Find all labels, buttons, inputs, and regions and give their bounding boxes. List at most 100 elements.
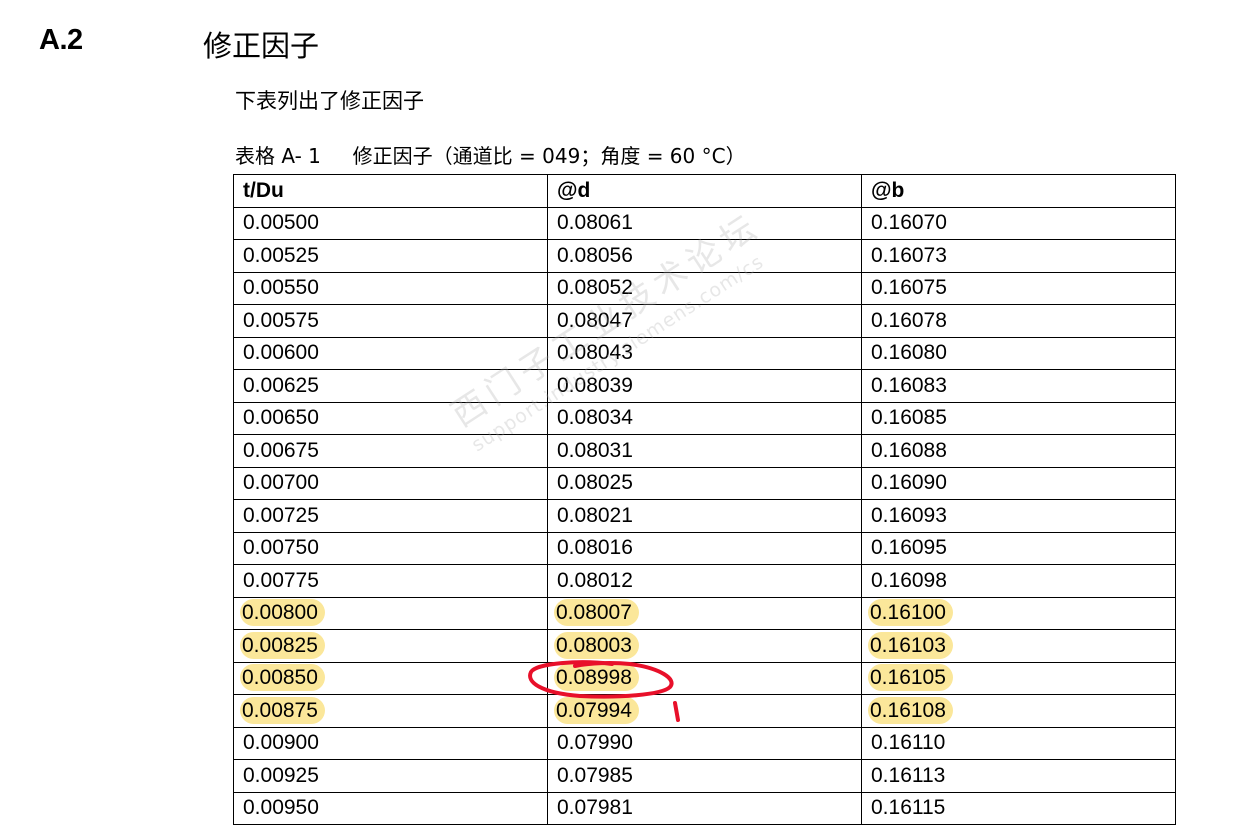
cell-value: 0.00925 xyxy=(243,763,319,787)
table-row: 0.00800 0.08007 0.16100 xyxy=(233,596,1176,630)
cell-at-b: 0.16078 xyxy=(861,304,1176,338)
cell-value: 0.07981 xyxy=(557,796,633,820)
cell-value: 0.08056 xyxy=(557,243,633,267)
cell-t-du: 0.00700 xyxy=(233,466,548,500)
table-row: 0.00525 0.08056 0.16073 xyxy=(233,239,1176,273)
cell-value: 0.16105 xyxy=(868,664,953,692)
cell-t-du: 0.00550 xyxy=(233,271,548,305)
cell-t-du: 0.00925 xyxy=(233,759,548,793)
cell-value: 0.00900 xyxy=(243,731,319,755)
table-row: 0.00575 0.08047 0.16078 xyxy=(233,304,1176,338)
cell-value: 0.00850 xyxy=(240,664,325,692)
cell-at-d: 0.07994 xyxy=(547,694,862,728)
cell-value: 0.16113 xyxy=(871,763,946,787)
table-body: 0.00500 0.08061 0.16070 0.00525 0.08056 0.160… xyxy=(233,206,1176,825)
cell-at-b: 0.16080 xyxy=(861,336,1176,370)
cell-value: 0.16100 xyxy=(868,599,953,627)
cell-at-b: 0.16110 xyxy=(861,726,1176,760)
cell-value: 0.08047 xyxy=(557,308,633,332)
cell-value: 0.00775 xyxy=(243,568,319,592)
cell-value: 0.00650 xyxy=(243,406,319,430)
cell-at-d: 0.08012 xyxy=(547,564,862,598)
cell-value: 0.08034 xyxy=(557,406,633,430)
cell-at-b: 0.16083 xyxy=(861,369,1176,403)
table-row: 0.00825 0.08003 0.16103 xyxy=(233,629,1176,663)
cell-t-du: 0.00800 xyxy=(233,596,548,630)
cell-at-b: 0.16100 xyxy=(861,596,1176,630)
table-row: 0.00625 0.08039 0.16083 xyxy=(233,369,1176,403)
correction-factor-table: t/Du @d @b 0.00500 0.08061 0.16070 0.00525 0… xyxy=(233,174,1176,825)
cell-value: 0.00550 xyxy=(243,276,319,300)
cell-value: 0.00675 xyxy=(243,438,319,462)
intro-text: 下表列出了修正因子 xyxy=(235,89,424,113)
cell-at-d: 0.07985 xyxy=(547,759,862,793)
cell-t-du: 0.00875 xyxy=(233,694,548,728)
section-title: 修正因子 xyxy=(203,29,320,63)
cell-value: 0.07985 xyxy=(557,763,633,787)
cell-value: 0.08003 xyxy=(554,631,639,659)
cell-at-b: 0.16113 xyxy=(861,759,1176,793)
cell-value: 0.16075 xyxy=(871,276,947,300)
cell-value: 0.07990 xyxy=(557,731,633,755)
cell-t-du: 0.00575 xyxy=(233,304,548,338)
cell-at-b: 0.16085 xyxy=(861,401,1176,435)
section-number: A.2 xyxy=(39,24,83,56)
table-row: 0.00875 0.07994 0.16108 xyxy=(233,694,1176,728)
cell-value: 0.16098 xyxy=(871,568,947,592)
cell-at-b: 0.16103 xyxy=(861,629,1176,663)
cell-at-b: 0.16105 xyxy=(861,661,1176,695)
cell-at-b: 0.16088 xyxy=(861,434,1176,468)
cell-at-d: 0.08007 xyxy=(547,596,862,630)
table-row: 0.00950 0.07981 0.16115 xyxy=(233,791,1176,825)
cell-at-d: 0.08021 xyxy=(547,499,862,533)
cell-t-du: 0.00900 xyxy=(233,726,548,760)
cell-value: 0.08031 xyxy=(557,438,633,462)
cell-value: 0.08998 xyxy=(554,664,639,692)
cell-t-du: 0.00625 xyxy=(233,369,548,403)
cell-t-du: 0.00650 xyxy=(233,401,548,435)
table-row: 0.00700 0.08025 0.16090 xyxy=(233,466,1176,500)
cell-at-b: 0.16108 xyxy=(861,694,1176,728)
table-row: 0.00725 0.08021 0.16093 xyxy=(233,499,1176,533)
table-row: 0.00750 0.08016 0.16095 xyxy=(233,531,1176,565)
cell-at-d: 0.08039 xyxy=(547,369,862,403)
header-at-b: @b xyxy=(861,174,1176,208)
cell-t-du: 0.00500 xyxy=(233,206,548,240)
cell-at-d: 0.08052 xyxy=(547,271,862,305)
cell-value: 0.16085 xyxy=(871,406,947,430)
cell-value: 0.00750 xyxy=(243,536,319,560)
cell-value: 0.16070 xyxy=(871,211,947,235)
cell-value: 0.16093 xyxy=(871,503,947,527)
cell-value: 0.00500 xyxy=(243,211,319,235)
cell-value: 0.16080 xyxy=(871,341,947,365)
cell-value: 0.00700 xyxy=(243,471,319,495)
table-row: 0.00925 0.07985 0.16113 xyxy=(233,759,1176,793)
cell-value: 0.00875 xyxy=(240,696,325,724)
table-row: 0.00775 0.08012 0.16098 xyxy=(233,564,1176,598)
cell-at-b: 0.16070 xyxy=(861,206,1176,240)
cell-at-d: 0.08061 xyxy=(547,206,862,240)
cell-value: 0.08039 xyxy=(557,373,633,397)
cell-value: 0.16115 xyxy=(871,796,946,820)
cell-value: 0.08043 xyxy=(557,341,633,365)
cell-t-du: 0.00525 xyxy=(233,239,548,273)
header-at-d: @d xyxy=(547,174,862,208)
table-caption: 表格 A- 1 修正因子（通道比 = 049；角度 = 60 °C） xyxy=(235,144,746,168)
cell-t-du: 0.00850 xyxy=(233,661,548,695)
cell-value: 0.16083 xyxy=(871,373,947,397)
cell-value: 0.08016 xyxy=(557,536,633,560)
cell-t-du: 0.00750 xyxy=(233,531,548,565)
table-row: 0.00500 0.08061 0.16070 xyxy=(233,206,1176,240)
cell-at-b: 0.16075 xyxy=(861,271,1176,305)
cell-at-b: 0.16073 xyxy=(861,239,1176,273)
cell-t-du: 0.00950 xyxy=(233,791,548,825)
table-row: 0.00550 0.08052 0.16075 xyxy=(233,271,1176,305)
cell-value: 0.07994 xyxy=(554,696,639,724)
cell-value: 0.08052 xyxy=(557,276,633,300)
cell-value: 0.08025 xyxy=(557,471,633,495)
cell-at-d: 0.08003 xyxy=(547,629,862,663)
cell-at-b: 0.16095 xyxy=(861,531,1176,565)
cell-t-du: 0.00675 xyxy=(233,434,548,468)
cell-t-du: 0.00775 xyxy=(233,564,548,598)
cell-value: 0.00800 xyxy=(240,599,325,627)
